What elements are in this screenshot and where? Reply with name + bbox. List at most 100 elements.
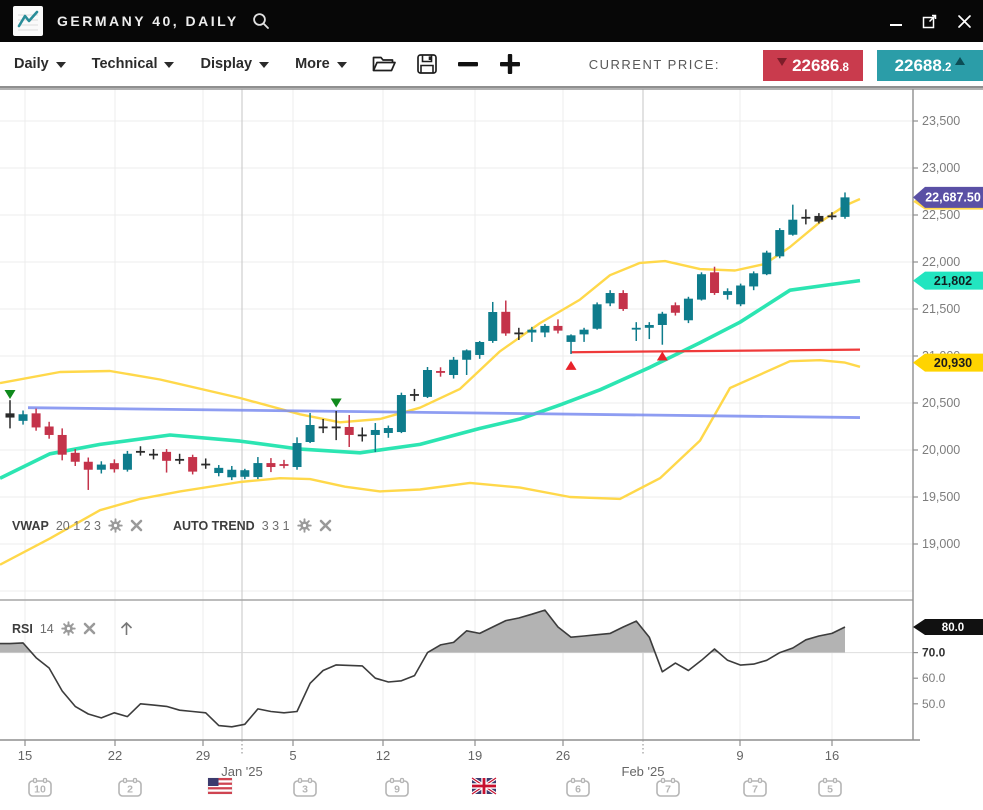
- candle-body: [462, 350, 471, 359]
- candle-body: [227, 470, 236, 478]
- search-icon[interactable]: [251, 11, 271, 31]
- candle-body: [788, 220, 797, 235]
- auto-trend-remove-icon[interactable]: [319, 519, 332, 532]
- candle-body: [319, 427, 328, 429]
- svg-text:7: 7: [752, 784, 758, 796]
- candle-body: [188, 457, 197, 472]
- chart-background: [0, 88, 983, 810]
- trading-app-window: GERMANY 40, DAILY: [0, 0, 983, 810]
- candle-body: [449, 360, 458, 375]
- menu-more[interactable]: More: [295, 56, 347, 72]
- move-pane-up-icon[interactable]: [118, 620, 135, 637]
- candle-body: [201, 464, 210, 466]
- svg-text:9: 9: [394, 784, 400, 796]
- open-folder-icon[interactable]: [371, 53, 396, 75]
- candle-body: [84, 462, 93, 470]
- svg-text:50.0: 50.0: [922, 697, 946, 711]
- menu-timeframe-label: Daily: [14, 56, 49, 72]
- candle-body: [358, 434, 367, 436]
- candle-body: [488, 312, 497, 341]
- svg-text:20,930: 20,930: [934, 356, 972, 370]
- auto-trend-settings-icon[interactable]: [297, 518, 312, 533]
- menu-display[interactable]: Display: [200, 56, 269, 72]
- candle-body: [671, 305, 680, 313]
- menu-more-label: More: [295, 56, 330, 72]
- candle-body: [97, 465, 106, 470]
- svg-text:21,802: 21,802: [934, 274, 972, 288]
- candle-body: [266, 463, 275, 467]
- candle-body: [801, 217, 810, 219]
- svg-text:6: 6: [575, 784, 581, 796]
- candle-body: [332, 427, 341, 429]
- candle-body: [136, 451, 145, 453]
- svg-text:2: 2: [127, 784, 133, 796]
- rsi-label: RSI: [12, 622, 33, 636]
- candle-body: [306, 425, 315, 442]
- minimize-button[interactable]: [887, 12, 905, 30]
- rsi-settings-icon[interactable]: [61, 621, 76, 636]
- candle-body: [827, 215, 836, 217]
- svg-text:29: 29: [196, 748, 210, 763]
- candle-body: [45, 427, 54, 435]
- candle-body: [775, 230, 784, 256]
- chart-canvas[interactable]: 23,50023,00022,50022,00021,50021,00020,5…: [0, 88, 983, 810]
- svg-text:60.0: 60.0: [922, 671, 946, 685]
- title-bar: GERMANY 40, DAILY: [0, 0, 983, 42]
- candle-body: [567, 335, 576, 342]
- candle-body: [697, 274, 706, 299]
- svg-text:26: 26: [556, 748, 570, 763]
- svg-text:9: 9: [736, 748, 743, 763]
- candle-body: [214, 468, 223, 473]
- menu-timeframe[interactable]: Daily: [14, 56, 66, 72]
- candle-body: [110, 463, 119, 469]
- chevron-down-icon: [164, 62, 174, 68]
- svg-text:7: 7: [665, 784, 671, 796]
- vwap-remove-icon[interactable]: [130, 519, 143, 532]
- vwap-settings-icon[interactable]: [108, 518, 123, 533]
- svg-text:20,000: 20,000: [922, 443, 960, 457]
- save-icon[interactable]: [416, 53, 438, 75]
- candle-body: [580, 330, 589, 335]
- bid-price-decimal: .8: [839, 62, 849, 74]
- window-title: GERMANY 40, DAILY: [57, 13, 239, 29]
- candle-body: [684, 299, 693, 321]
- candle-body: [762, 253, 771, 275]
- candle-body: [19, 414, 28, 421]
- candle-body: [6, 413, 15, 417]
- close-button[interactable]: [955, 12, 973, 30]
- bid-price-box[interactable]: 22686.8: [763, 50, 863, 81]
- svg-text:Jan '25: Jan '25: [221, 764, 263, 779]
- svg-text:70.0: 70.0: [922, 646, 946, 660]
- window-controls: [887, 0, 973, 42]
- candle-body: [658, 314, 667, 325]
- svg-text:23,000: 23,000: [922, 161, 960, 175]
- candle-body: [253, 463, 262, 477]
- popout-window-button[interactable]: [921, 12, 939, 30]
- svg-text:5: 5: [289, 748, 296, 763]
- price-up-arrow-icon: [955, 57, 965, 65]
- candle-body: [736, 286, 745, 305]
- price-down-arrow-icon: [777, 58, 787, 66]
- candle-body: [32, 413, 41, 427]
- candle-body: [632, 328, 641, 330]
- svg-text:5: 5: [827, 784, 833, 796]
- svg-text:22,000: 22,000: [922, 255, 960, 269]
- candle-body: [619, 293, 628, 309]
- current-price-label: CURRENT PRICE:: [589, 57, 720, 72]
- svg-text:21,500: 21,500: [922, 302, 960, 316]
- bid-price-value: 22686: [792, 56, 839, 76]
- menu-technical[interactable]: Technical: [92, 56, 175, 72]
- candle-body: [501, 312, 510, 334]
- us-flag-icon[interactable]: [208, 778, 232, 794]
- candle-body: [710, 272, 719, 293]
- zoom-in-button[interactable]: [499, 53, 521, 75]
- candle-body: [514, 333, 523, 335]
- rsi-remove-icon[interactable]: [83, 622, 96, 635]
- uk-flag-icon[interactable]: [472, 778, 496, 794]
- vwap-params: 20 1 2 3: [56, 519, 101, 533]
- candle-body: [475, 342, 484, 355]
- indicator-legend-rsi: RSI 14: [12, 620, 135, 637]
- svg-text:19: 19: [468, 748, 482, 763]
- zoom-out-button[interactable]: [457, 53, 479, 75]
- ask-price-box[interactable]: 22688.2: [877, 50, 983, 81]
